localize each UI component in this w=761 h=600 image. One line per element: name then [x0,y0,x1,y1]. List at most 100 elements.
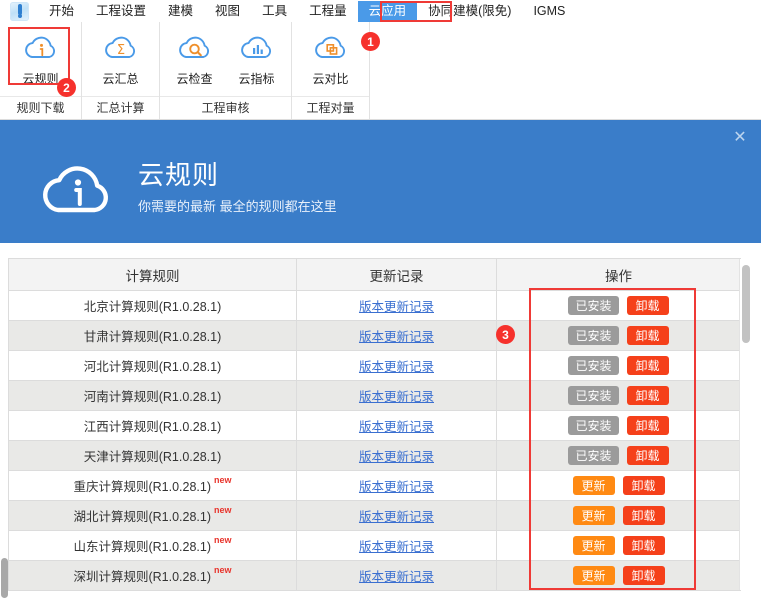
cell-rule-name: 山东计算规则(R1.0.28.1) new [9,531,297,560]
cell-actions: 已安装 卸载 [497,441,740,470]
uninstall-button[interactable]: 卸载 [622,506,665,525]
table-row[interactable]: 北京计算规则(R1.0.28.1) 版本更新记录 已安装 卸载 [9,291,740,321]
ribbon-button-cloud-check[interactable]: 云检查 [164,28,226,87]
annotation-badge-3: 3 [496,325,515,344]
cell-actions: 已安装 卸载 [497,351,740,380]
cell-rule-name: 河南计算规则(R1.0.28.1) [9,381,297,410]
rule-name-text: 天津计算规则(R1.0.28.1) [83,450,222,464]
banner-title: 云规则 [138,160,220,190]
column-header-update-log: 更新记录 [297,259,497,290]
cloud-rules-window: 开始 工程设置 建模 视图 工具 工程量 云应用 协同建模(限免) IGMS 云规则 [0,0,761,600]
cell-actions: 已安装 卸载 [497,381,740,410]
uninstall-button[interactable]: 卸载 [626,416,669,435]
app-logo-icon [0,1,38,22]
table-row[interactable]: 重庆计算规则(R1.0.28.1) new 版本更新记录 更新 卸载 [9,471,740,501]
cell-actions: 更新 卸载 [497,471,740,500]
table-row[interactable]: 山东计算规则(R1.0.28.1) new 版本更新记录 更新 卸载 [9,531,740,561]
ribbon-button-cloud-indicator[interactable]: 云指标 [226,28,288,87]
uninstall-button[interactable]: 卸载 [626,326,669,345]
ribbon-group-quantity-compare: 云对比 工程对量 [292,22,370,119]
uninstall-button[interactable]: 卸载 [626,386,669,405]
version-update-log-link[interactable]: 版本更新记录 [359,536,434,555]
installed-button[interactable]: 已安装 [568,446,619,465]
update-button[interactable]: 更新 [572,506,615,525]
cell-update-log: 版本更新记录 [297,351,497,380]
rule-name-text: 河北计算规则(R1.0.28.1) [83,360,222,374]
version-update-log-link[interactable]: 版本更新记录 [359,506,434,525]
new-badge: new [214,505,232,515]
ribbon-tabs: 开始 工程设置 建模 视图 工具 工程量 云应用 协同建模(限免) IGMS [38,0,576,22]
vertical-scrollbar-thumb[interactable] [742,265,750,343]
uninstall-button[interactable]: 卸载 [622,476,665,495]
uninstall-button[interactable]: 卸载 [622,566,665,585]
cell-actions: 更新 卸载 [497,561,740,590]
cloud-compare-icon [311,28,351,68]
table-row[interactable]: 湖北计算规则(R1.0.28.1) new 版本更新记录 更新 卸载 [9,501,740,531]
ribbon-tab-4[interactable]: 工具 [251,1,298,22]
rule-name-text: 河南计算规则(R1.0.28.1) [83,390,222,404]
table-row[interactable]: 江西计算规则(R1.0.28.1) 版本更新记录 已安装 卸载 [9,411,740,441]
cell-update-log: 版本更新记录 [297,441,497,470]
horizontal-scrollbar-thumb[interactable] [1,558,8,598]
uninstall-button[interactable]: 卸载 [626,446,669,465]
cell-actions: 已安装 卸载 [497,291,740,320]
close-icon[interactable]: ✕ [729,126,751,148]
table-row[interactable]: 天津计算规则(R1.0.28.1) 版本更新记录 已安装 卸载 [9,441,740,471]
annotation-badge-1: 1 [361,32,380,51]
version-update-log-link[interactable]: 版本更新记录 [359,566,434,585]
ribbon-tab-5[interactable]: 工程量 [298,1,358,22]
table-row[interactable]: 河北计算规则(R1.0.28.1) 版本更新记录 已安装 卸载 [9,351,740,381]
version-update-log-link[interactable]: 版本更新记录 [359,386,434,405]
version-update-log-link[interactable]: 版本更新记录 [359,446,434,465]
cell-actions: 更新 卸载 [497,501,740,530]
banner-cloud-info-icon [34,148,126,222]
ribbon-button-cloud-compare[interactable]: 云对比 [300,28,362,87]
uninstall-button[interactable]: 卸载 [622,536,665,555]
cloud-search-icon [175,28,215,68]
cell-update-log: 版本更新记录 [297,501,497,530]
new-badge: new [214,565,232,575]
cell-update-log: 版本更新记录 [297,291,497,320]
cell-update-log: 版本更新记录 [297,531,497,560]
ribbon-button-label: 云对比 [312,72,349,86]
ribbon-tab-3[interactable]: 视图 [204,1,251,22]
cell-actions: 更新 卸载 [497,531,740,560]
version-update-log-link[interactable]: 版本更新记录 [359,326,434,345]
version-update-log-link[interactable]: 版本更新记录 [359,416,434,435]
version-update-log-link[interactable]: 版本更新记录 [359,476,434,495]
ribbon-group-title: 工程对量 [292,96,369,119]
cloud-chart-icon [237,28,277,68]
cell-rule-name: 天津计算规则(R1.0.28.1) [9,441,297,470]
update-button[interactable]: 更新 [572,536,615,555]
ribbon-body: 云规则 规则下载 Σ 云汇总 汇总计算 云检查 云指标 工程审核 云对比 工程对… [0,22,761,120]
ribbon-tab-6[interactable]: 云应用 [357,0,418,22]
version-update-log-link[interactable]: 版本更新记录 [359,356,434,375]
installed-button[interactable]: 已安装 [568,416,619,435]
table-row[interactable]: 深圳计算规则(R1.0.28.1) new 版本更新记录 更新 卸载 [9,561,740,591]
installed-button[interactable]: 已安装 [568,386,619,405]
table-row[interactable]: 河南计算规则(R1.0.28.1) 版本更新记录 已安装 卸载 [9,381,740,411]
ribbon-group-title: 工程审核 [160,96,291,119]
ribbon-tab-0[interactable]: 开始 [38,1,85,22]
uninstall-button[interactable]: 卸载 [626,296,669,315]
update-button[interactable]: 更新 [572,476,615,495]
ribbon-tab-1[interactable]: 工程设置 [85,1,157,22]
ribbon-button-cloud-summary[interactable]: Σ 云汇总 [90,28,152,87]
ribbon-group-title: 汇总计算 [82,96,159,119]
table-row[interactable]: 甘肃计算规则(R1.0.28.1) 版本更新记录 已安装 卸载 [9,321,740,351]
installed-button[interactable]: 已安装 [568,356,619,375]
cell-update-log: 版本更新记录 [297,321,497,350]
installed-button[interactable]: 已安装 [568,296,619,315]
installed-button[interactable]: 已安装 [568,326,619,345]
vertical-scrollbar[interactable] [739,259,752,590]
update-button[interactable]: 更新 [572,566,615,585]
ribbon-tab-8[interactable]: IGMS [522,1,576,22]
cell-rule-name: 重庆计算规则(R1.0.28.1) new [9,471,297,500]
ribbon-tab-7[interactable]: 协同建模(限免) [417,1,522,22]
ribbon-groups: 云规则 规则下载 Σ 云汇总 汇总计算 云检查 云指标 工程审核 云对比 工程对… [0,22,761,119]
version-update-log-link[interactable]: 版本更新记录 [359,296,434,315]
uninstall-button[interactable]: 卸载 [626,356,669,375]
ribbon-button-label: 云指标 [238,72,275,86]
ribbon-tab-2[interactable]: 建模 [157,1,204,22]
rule-name-text: 重庆计算规则(R1.0.28.1) [73,480,211,494]
